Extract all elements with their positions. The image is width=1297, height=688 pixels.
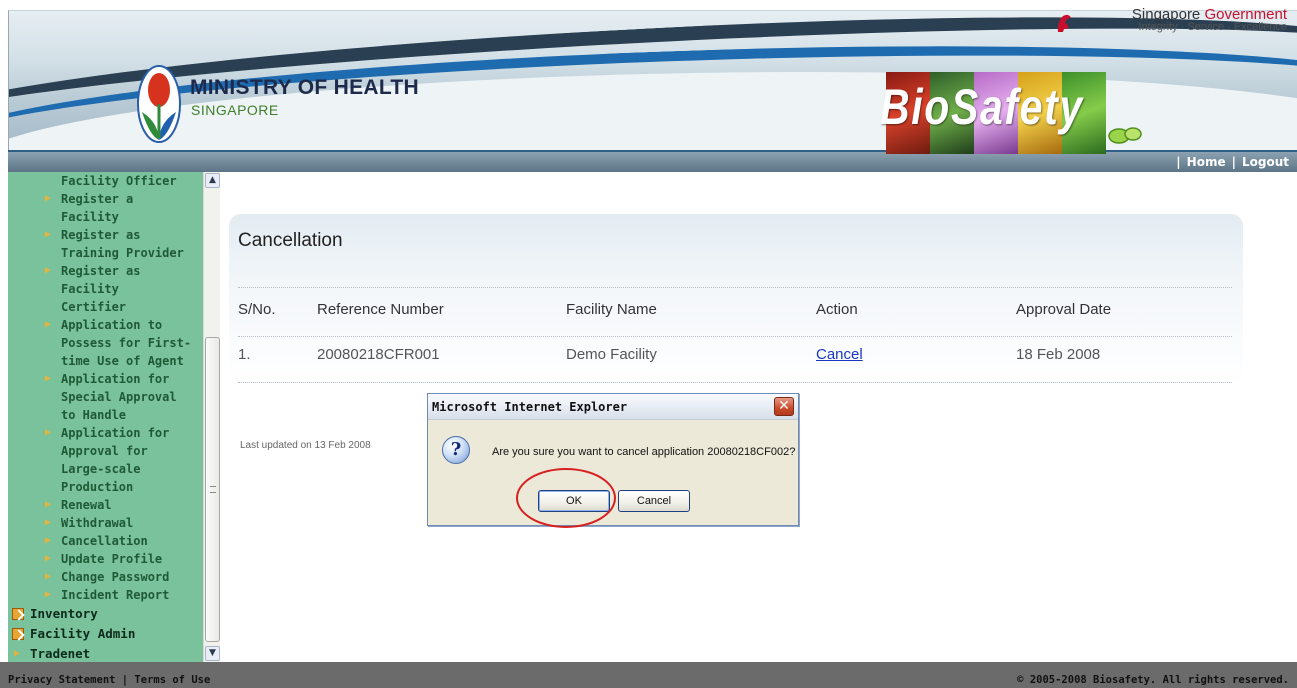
bullet-arrow-icon: ▶ <box>45 193 52 204</box>
logout-link[interactable]: Logout <box>1242 155 1289 169</box>
home-link[interactable]: Home <box>1187 155 1226 169</box>
sidebar-item-application-special-approval-cont[interactable]: Special Approval <box>8 388 204 406</box>
cancel-button[interactable]: Cancel <box>618 490 690 512</box>
leaf-icon <box>1108 127 1142 144</box>
bullet-arrow-icon: ▶ <box>45 517 52 528</box>
sidebar-item-application-large-scale-cont3[interactable]: Production <box>8 478 204 496</box>
page-title: Cancellation <box>238 230 343 251</box>
question-icon: ? <box>442 436 470 464</box>
scrollbar-grip-icon <box>210 486 216 493</box>
sidebar-item-register-training-provider-cont[interactable]: Training Provider <box>8 244 204 262</box>
bullet-arrow-icon: ▶ <box>45 553 52 564</box>
sidebar-item-application-large-scale-cont2[interactable]: Large-scale <box>8 460 204 478</box>
sidebar-item-register-training-provider[interactable]: ▶ Register as <box>8 226 204 244</box>
sidebar-item-cancellation[interactable]: ▶ Cancellation <box>8 532 204 550</box>
sidebar-item-application-special-approval-cont2[interactable]: to Handle <box>8 406 204 424</box>
scroll-down-arrow-icon[interactable]: ▼ <box>205 646 220 661</box>
sidebar-item-facility-officer: Facility Officer <box>61 174 177 188</box>
sidebar-item-application-possess-cont2[interactable]: time Use of Agent <box>8 352 204 370</box>
top-link-separator: | <box>1176 155 1181 169</box>
ministry-subtitle: SINGAPORE <box>191 102 279 118</box>
sidebar-item-application-possess[interactable]: ▶ Application to <box>8 316 204 334</box>
sidebar-item-withdrawal[interactable]: ▶ Withdrawal <box>8 514 204 532</box>
sidebar-list: Facility Officer ▶ Register a Facility ▶ R… <box>8 172 204 662</box>
sidebar-item-change-password[interactable]: ▶ Change Password <box>8 568 204 586</box>
sidebar-item-application-special-approval[interactable]: ▶ Application for <box>8 370 204 388</box>
cell-sno: 1. <box>238 346 251 363</box>
sidebar-item-application-large-scale[interactable]: ▶ Application for <box>8 424 204 442</box>
expand-box-icon <box>12 608 24 620</box>
singapore-lion-icon <box>1057 14 1071 32</box>
top-link-separator: | <box>1231 155 1236 169</box>
close-icon[interactable]: ✕ <box>774 397 794 416</box>
bullet-arrow-icon: ▶ <box>45 535 52 546</box>
singapore-government-brand: Singapore Government Integrity · Service… <box>1132 6 1287 33</box>
site-footer: Privacy Statement | Terms of Use © 2005-… <box>0 662 1297 688</box>
sidebar-item-facility-admin[interactable]: Facility Admin <box>8 624 204 644</box>
ministry-title: MINISTRY OF HEALTH <box>190 76 420 99</box>
divider <box>238 382 1232 383</box>
biosafety-logo: BioSafety <box>872 72 1192 154</box>
bullet-arrow-icon: ▶ <box>14 648 21 659</box>
cell-facility-name: Demo Facility <box>566 346 657 363</box>
bullet-arrow-icon: ▶ <box>45 589 52 600</box>
sidebar-nav: Facility Officer ▶ Register a Facility ▶ R… <box>8 172 220 662</box>
bullet-arrow-icon: ▶ <box>45 571 52 582</box>
bullet-arrow-icon: ▶ <box>45 499 52 510</box>
sidebar-item-register-facility-certifier[interactable]: ▶ Register as Facility <box>8 262 204 298</box>
last-updated-text: Last updated on 13 Feb 2008 <box>240 440 371 451</box>
dialog-title: Microsoft Internet Explorer <box>432 400 628 414</box>
column-header-approval-date: Approval Date <box>1016 301 1112 318</box>
cell-reference-number: 20080218CFR001 <box>317 346 440 363</box>
cancel-link[interactable]: Cancel <box>816 346 863 363</box>
sidebar-item-update-profile[interactable]: ▶ Update Profile <box>8 550 204 568</box>
sidebar-item-renewal[interactable]: ▶ Renewal <box>8 496 204 514</box>
divider <box>238 336 1232 337</box>
sidebar-item-incident-report[interactable]: ▶ Incident Report <box>8 586 204 604</box>
footer-links[interactable]: Privacy Statement | Terms of Use <box>8 674 210 686</box>
ok-highlight-circle <box>516 468 616 528</box>
dialog-message: Are you sure you want to cancel applicat… <box>492 446 796 458</box>
column-header-reference-number: Reference Number <box>317 301 444 318</box>
bullet-arrow-icon: ▶ <box>45 373 52 384</box>
sidebar-item-inventory[interactable]: Inventory <box>8 604 204 624</box>
gov-tagline: Integrity · Service · Excellence <box>1138 21 1287 33</box>
sidebar-item-application-possess-cont[interactable]: Possess for First- <box>8 334 204 352</box>
sidebar-item-register-facility-certifier-cont[interactable]: Certifier <box>8 298 204 316</box>
bullet-arrow-icon: ▶ <box>45 229 52 240</box>
sidebar-item-application-large-scale-cont[interactable]: Approval for <box>8 442 204 460</box>
column-header-sno: S/No. <box>238 301 276 318</box>
column-header-action: Action <box>816 301 858 318</box>
expand-box-icon <box>12 628 24 640</box>
scroll-up-arrow-icon[interactable]: ▲ <box>205 173 220 188</box>
scrollbar-thumb[interactable] <box>205 337 220 642</box>
site-header: MINISTRY OF HEALTH SINGAPORE Singapore G… <box>0 0 1297 172</box>
copyright-text: © 2005-2008 Biosafety. All rights reserv… <box>1017 674 1289 686</box>
bullet-arrow-icon: ▶ <box>45 265 52 276</box>
biosafety-wordmark: BioSafety <box>880 79 1084 135</box>
moh-logo-icon <box>137 65 181 143</box>
bullet-arrow-icon: ▶ <box>45 427 52 438</box>
divider <box>238 287 1232 288</box>
sidebar-item-register-facility[interactable]: ▶ Register a Facility <box>8 190 204 226</box>
bullet-arrow-icon: ▶ <box>45 319 52 330</box>
cell-approval-date: 18 Feb 2008 <box>1016 346 1101 363</box>
sidebar-scrollbar[interactable]: ▲ ▼ <box>203 172 220 662</box>
top-links: | Home | Logout <box>1170 155 1289 169</box>
sidebar-item-tradenet[interactable]: ▶ Tradenet <box>8 644 204 662</box>
column-header-facility-name: Facility Name <box>566 301 657 318</box>
dialog-titlebar[interactable]: Microsoft Internet Explorer ✕ <box>428 394 798 420</box>
